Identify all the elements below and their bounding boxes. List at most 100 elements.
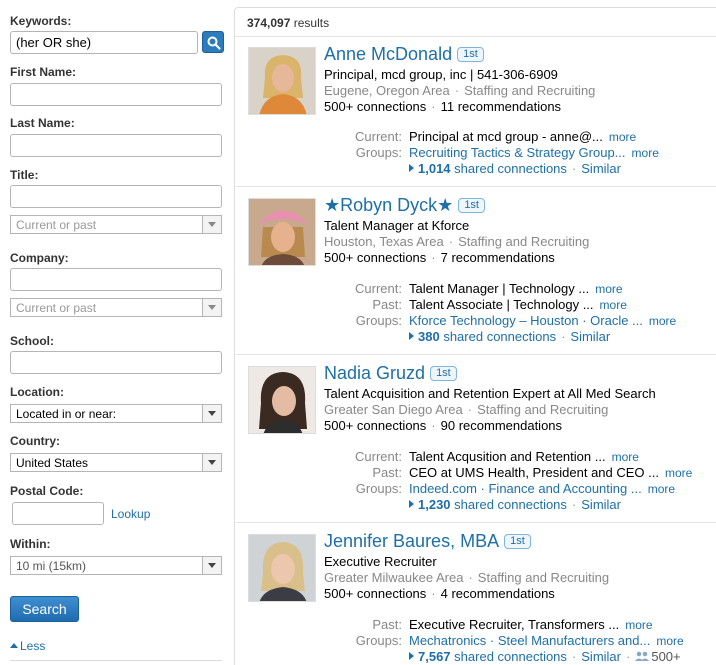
expand-arrow-icon[interactable] <box>409 500 414 508</box>
row-value[interactable]: Mechatronics · Steel Manufacturers and..… <box>409 633 684 648</box>
row-value: Talent Associate | Technology ... more <box>409 297 627 312</box>
degree-badge: 1st <box>430 366 457 381</box>
similar-link[interactable]: Similar <box>581 161 621 176</box>
profile-stats: 500+ connections · 11 recommendations <box>324 99 562 114</box>
results-panel: 374,097 results Anne McDonald 1st Princip… <box>234 7 716 665</box>
degree-badge: 1st <box>457 47 484 62</box>
shared-connections: 1,230 shared connections · Similar <box>409 497 621 512</box>
more-link[interactable]: more <box>625 618 652 632</box>
expand-arrow-icon[interactable] <box>409 164 414 172</box>
row-key: Past: <box>372 617 402 632</box>
profile-photo[interactable] <box>248 366 316 434</box>
detail-row-groups: Groups: Recruiting Tactics & Strategy Gro… <box>235 145 716 161</box>
more-link[interactable]: more <box>595 282 622 296</box>
row-text: Talent Manager | Technology ... <box>409 281 590 296</box>
expand-arrow-icon[interactable] <box>409 332 414 340</box>
row-text: Executive Recruiter, Transformers ... <box>409 617 620 632</box>
group-members-count: 500+ <box>651 649 681 664</box>
detail-row-past: Past: CEO at UMS Health, President and CE… <box>235 465 716 481</box>
profile-photo[interactable] <box>248 198 316 266</box>
less-filters-link[interactable]: Less <box>10 639 45 653</box>
more-link[interactable]: more <box>632 146 659 160</box>
shared-connections-link[interactable]: 1,230 shared connections <box>418 497 567 512</box>
similar-link[interactable]: Similar <box>581 497 621 512</box>
country-select[interactable]: United States <box>10 453 222 472</box>
profile-meta: Greater San Diego Area · Staffing and Recr… <box>324 402 609 417</box>
more-link[interactable]: more <box>600 298 627 312</box>
expand-arrow-icon[interactable] <box>409 652 414 660</box>
similar-link[interactable]: Similar <box>581 649 621 664</box>
shared-connections-link[interactable]: 1,014 shared connections <box>418 161 567 176</box>
title-input[interactable] <box>10 185 222 208</box>
company-scope-select[interactable]: Current or past <box>10 298 222 317</box>
row-key: Past: <box>372 297 402 312</box>
first-name-label: First Name: <box>10 65 77 79</box>
row-value: Principal at mcd group - anne@... more <box>409 129 636 144</box>
profile-location: Houston, Texas Area <box>324 234 444 249</box>
country-label: Country: <box>10 434 60 448</box>
within-value: 10 mi (15km) <box>16 559 87 573</box>
row-key: Current: <box>355 129 402 144</box>
keywords-input[interactable] <box>10 31 198 54</box>
profile-name-link[interactable]: Anne McDonald 1st <box>324 44 484 65</box>
row-value: Talent Acqusition and Retention ... more <box>409 449 639 464</box>
header-divider <box>235 36 716 37</box>
more-link[interactable]: more <box>612 450 639 464</box>
title-scope-select[interactable]: Current or past <box>10 215 222 234</box>
profile-headline: Talent Acquisition and Retention Expert … <box>324 386 656 401</box>
location-select[interactable]: Located in or near: <box>10 404 222 423</box>
group-members-link[interactable]: 500+ <box>635 649 681 664</box>
more-link[interactable]: more <box>656 634 683 648</box>
shared-connections-link[interactable]: 7,567 shared connections <box>418 649 567 664</box>
more-link[interactable]: more <box>649 314 676 328</box>
row-key: Groups: <box>355 313 402 328</box>
row-value[interactable]: Kforce Technology – Houston · Oracle ...… <box>409 313 676 328</box>
profile-name-link[interactable]: Jennifer Baures, MBA 1st <box>324 531 531 552</box>
search-button[interactable]: Search <box>10 596 79 622</box>
connections-count: 500+ connections <box>324 586 427 601</box>
detail-row-current: Current: Principal at mcd group - anne@..… <box>235 129 716 145</box>
shared-text: shared connections <box>454 497 567 512</box>
profile-industry: Staffing and Recruiting <box>477 402 609 417</box>
profile-name-link[interactable]: Nadia Gruzd 1st <box>324 363 457 384</box>
profile-industry: Staffing and Recruiting <box>458 234 590 249</box>
shared-connections-link[interactable]: 380 shared connections <box>418 329 556 344</box>
postal-code-label: Postal Code: <box>10 484 84 498</box>
row-text: Mechatronics · Steel Manufacturers and..… <box>409 633 651 648</box>
profile-photo[interactable] <box>248 47 316 115</box>
school-input[interactable] <box>10 351 222 374</box>
keywords-search-button[interactable] <box>202 31 224 53</box>
shared-text: shared connections <box>454 649 567 664</box>
row-value[interactable]: Indeed.com · Finance and Accounting ... m… <box>409 481 675 496</box>
within-select[interactable]: 10 mi (15km) <box>10 556 222 575</box>
profile-name-link[interactable]: ★Robyn Dyck★ 1st <box>324 195 485 216</box>
shared-text: shared connections <box>443 329 557 344</box>
more-link[interactable]: more <box>648 482 675 496</box>
school-label: School: <box>10 334 54 348</box>
connections-count: 500+ connections <box>324 99 427 114</box>
row-key: Current: <box>355 449 402 464</box>
detail-row-current: Current: Talent Acqusition and Retention … <box>235 449 716 465</box>
company-input[interactable] <box>10 268 222 291</box>
similar-link[interactable]: Similar <box>570 329 610 344</box>
profile-meta: Houston, Texas Area · Staffing and Recruit… <box>324 234 590 249</box>
profile-location: Eugene, Oregon Area <box>324 83 450 98</box>
profile-stats: 500+ connections · 7 recommendations <box>324 250 555 265</box>
company-label: Company: <box>10 251 69 265</box>
shared-count: 7,567 <box>418 649 451 664</box>
postal-code-input[interactable] <box>12 502 104 525</box>
location-value: Located in or near: <box>16 407 117 421</box>
more-link[interactable]: more <box>609 130 636 144</box>
profile-photo[interactable] <box>248 534 316 602</box>
first-name-input[interactable] <box>10 83 222 106</box>
row-value[interactable]: Recruiting Tactics & Strategy Group... mo… <box>409 145 659 160</box>
recommendations-count: 90 recommendations <box>440 418 563 433</box>
postal-lookup-link[interactable]: Lookup <box>111 507 150 521</box>
last-name-input[interactable] <box>10 134 222 157</box>
keywords-label: Keywords: <box>10 14 72 28</box>
within-label: Within: <box>10 537 51 551</box>
people-icon <box>635 649 650 661</box>
row-key: Groups: <box>355 481 402 496</box>
more-link[interactable]: more <box>665 466 692 480</box>
recommendations-count: 11 recommendations <box>440 99 562 114</box>
